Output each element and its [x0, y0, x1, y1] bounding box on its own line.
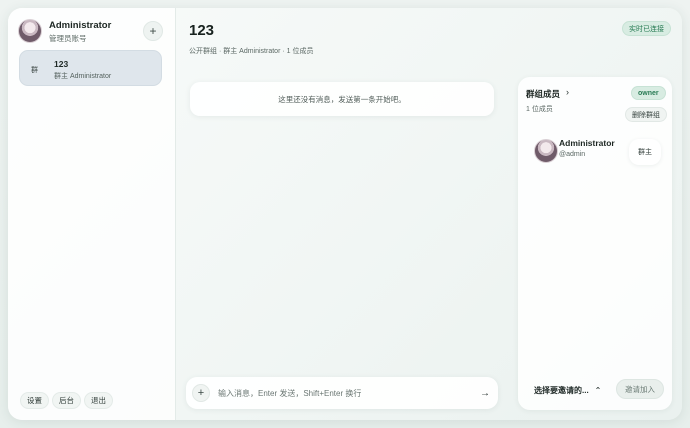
- attach-button[interactable]: +: [192, 384, 210, 402]
- invite-button[interactable]: 邀请加入: [616, 379, 664, 399]
- empty-message-text: 这里还没有消息，发送第一条开始吧。: [278, 94, 406, 104]
- admin-button[interactable]: 后台: [52, 392, 81, 409]
- chevron-right-icon[interactable]: ›: [566, 87, 569, 97]
- create-group-button[interactable]: +: [143, 21, 163, 41]
- members-title: 群组成员: [526, 89, 561, 99]
- members-panel: 群组成员 › 1 位成员 owner 删除群组 Administrator @a…: [518, 77, 672, 410]
- invite-select-value: 选择要邀请的...: [534, 386, 589, 395]
- group-item-title: 123: [54, 59, 69, 69]
- connection-status-badge: 实时已连接: [622, 21, 671, 36]
- user-role: 管理员账号: [49, 34, 87, 43]
- plus-icon: +: [197, 387, 205, 399]
- delete-group-button[interactable]: 删除群组: [625, 107, 667, 122]
- sidebar-group-item[interactable]: 群 123 群主 Administrator: [19, 50, 162, 86]
- user-avatar[interactable]: [18, 19, 42, 43]
- plus-icon: +: [149, 24, 157, 38]
- member-avatar: [534, 139, 558, 163]
- owner-badge: owner: [631, 86, 666, 100]
- member-name: Administrator: [559, 138, 615, 148]
- settings-button[interactable]: 设置: [20, 392, 49, 409]
- page-title: 123: [189, 22, 215, 39]
- chevron-up-icon: ⌃: [594, 386, 602, 395]
- message-input[interactable]: [218, 385, 464, 401]
- user-name: Administrator: [49, 20, 112, 31]
- sidebar: Administrator 管理员账号 + 群 123 群主 Administr…: [8, 8, 176, 420]
- logout-button[interactable]: 退出: [84, 392, 113, 409]
- empty-messages-card: 这里还没有消息，发送第一条开始吧。: [190, 82, 494, 116]
- invite-select[interactable]: 选择要邀请的... ⌃: [534, 385, 601, 396]
- app-window: Administrator 管理员账号 + 群 123 群主 Administr…: [8, 8, 682, 420]
- arrow-right-icon: →: [480, 387, 490, 399]
- send-button[interactable]: →: [476, 384, 494, 402]
- message-composer: + →: [186, 377, 498, 409]
- group-item-subtitle: 群主 Administrator: [54, 73, 112, 80]
- group-icon: 群: [31, 67, 38, 74]
- member-count: 1 位成员: [526, 106, 553, 113]
- member-role-badge: 群主: [629, 139, 661, 165]
- group-subtitle: 公开群组 · 群主 Administrator · 1 位成员: [189, 48, 314, 55]
- member-handle: @admin: [559, 151, 586, 158]
